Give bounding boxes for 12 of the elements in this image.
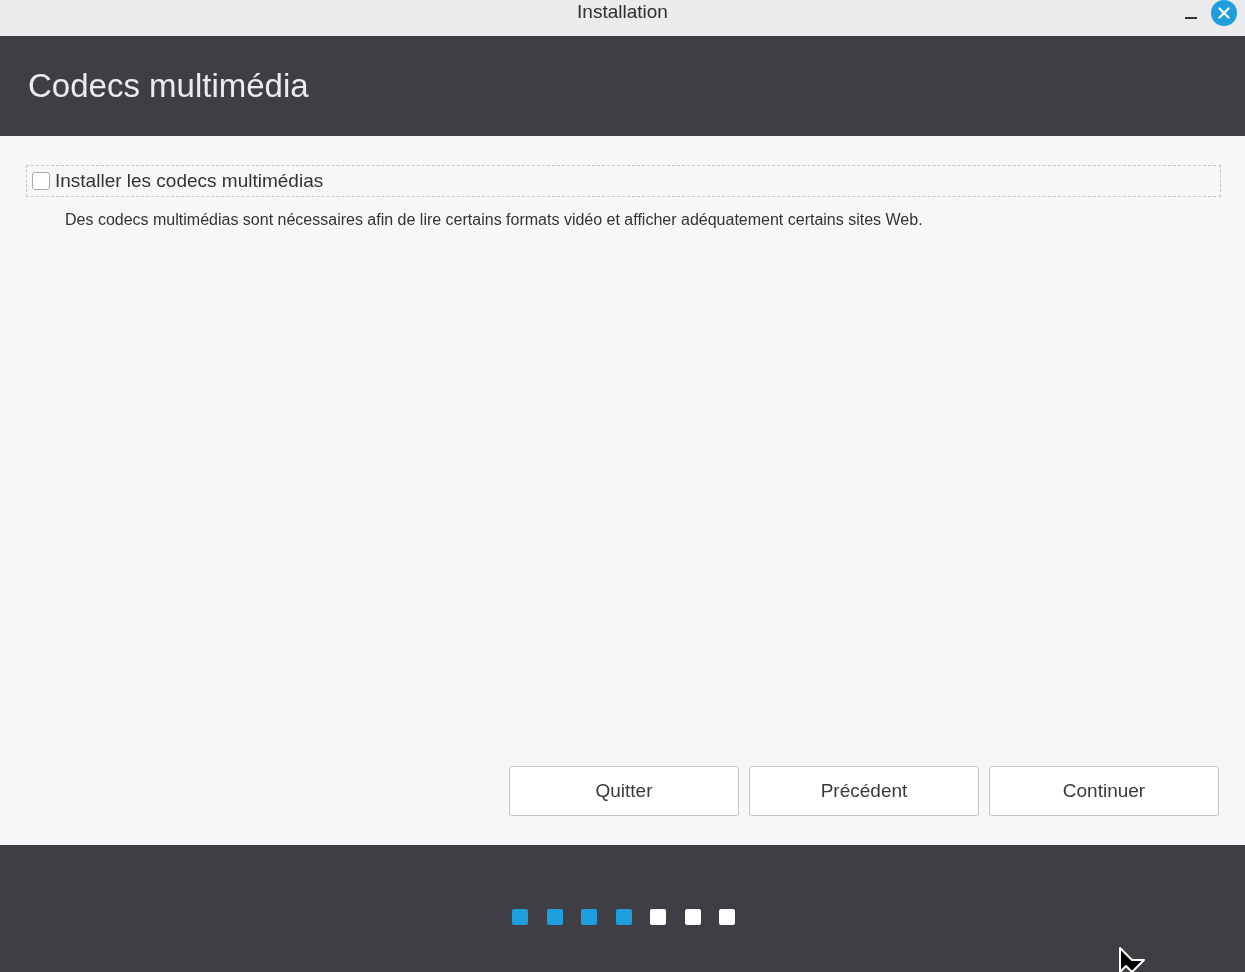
minimize-icon[interactable] (1185, 16, 1197, 20)
wizard-button[interactable]: Précédent (749, 766, 979, 816)
window-title: Installation (577, 1, 668, 23)
checkbox-label: Installer les codecs multimédias (55, 170, 324, 192)
wizard-button[interactable]: Continuer (989, 766, 1219, 816)
checkbox[interactable] (32, 172, 50, 190)
close-icon[interactable] (1211, 0, 1237, 26)
page-title: Codecs multimédia (28, 67, 309, 105)
mouse-pointer-icon (1118, 946, 1146, 972)
wizard-button[interactable]: Quitter (509, 766, 739, 816)
description-text: Des codecs multimédias sont nécessaires afin de lire certains formats vidéo et afficher adéquatement certains sites Web. (65, 211, 924, 229)
codecs-checkbox-row[interactable]: Installer les codecs multimédias (26, 165, 1221, 197)
